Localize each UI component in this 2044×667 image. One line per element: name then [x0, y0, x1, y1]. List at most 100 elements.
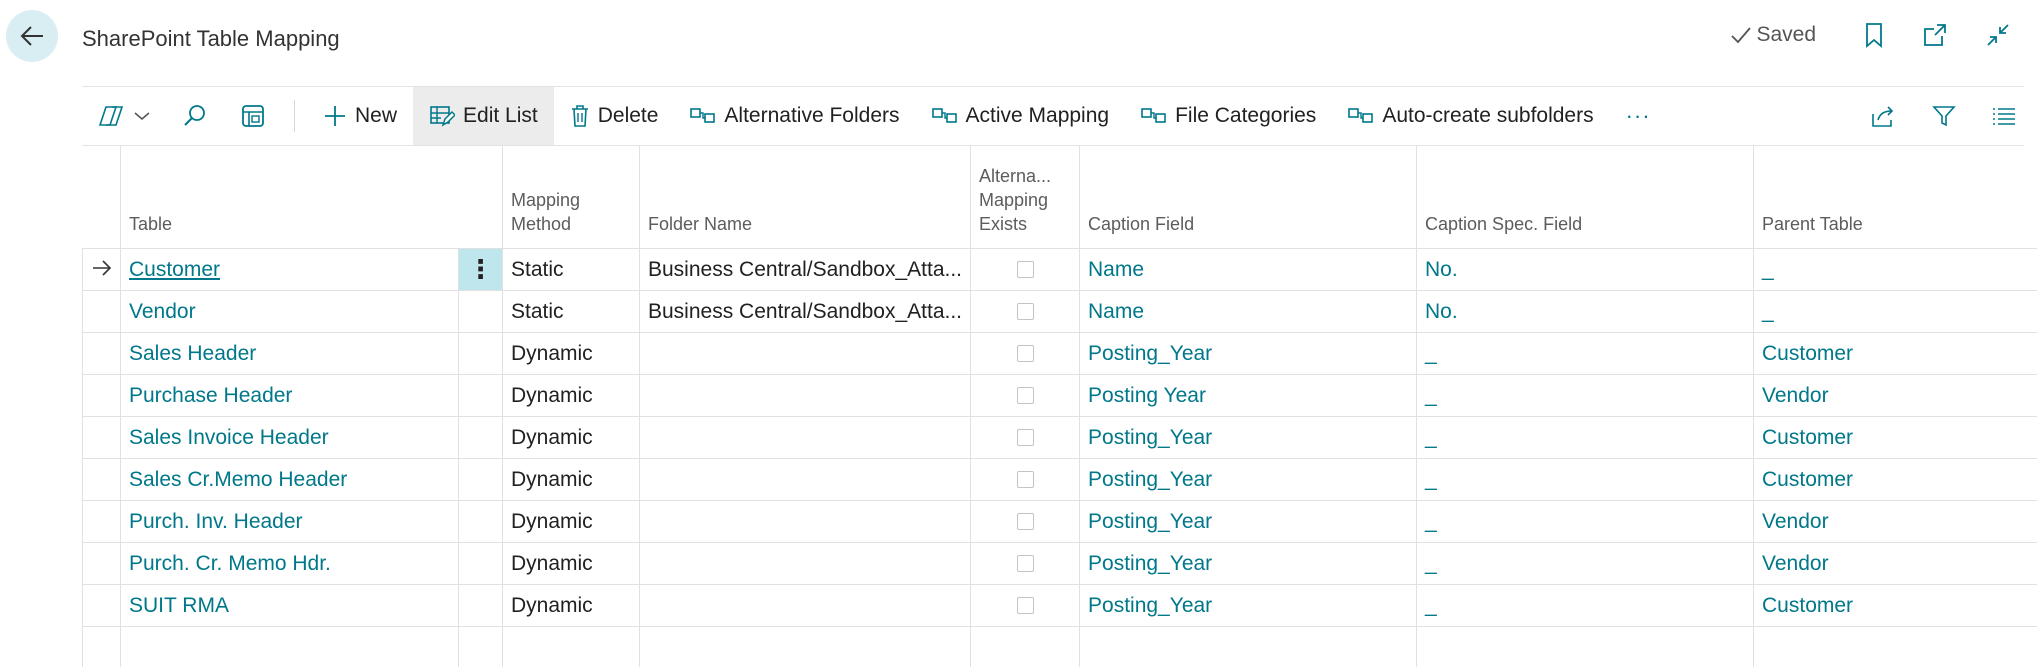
column-header-caption-field[interactable]: Caption Field: [1080, 146, 1417, 249]
cell-table[interactable]: Sales Cr.Memo Header: [121, 459, 459, 501]
table-row[interactable]: Purchase Header Dynamic Posting Year _ V…: [83, 375, 2037, 417]
parent-table-value[interactable]: Customer: [1762, 426, 1853, 449]
row-actions-menu[interactable]: [459, 543, 503, 585]
table-link[interactable]: Vendor: [129, 300, 196, 323]
caption-spec-value[interactable]: _: [1425, 552, 1437, 575]
parent-table-value[interactable]: Customer: [1762, 594, 1853, 617]
search-button[interactable]: [166, 87, 224, 145]
bookmark-icon[interactable]: [1864, 22, 1884, 48]
caption-field-value[interactable]: Posting_Year: [1088, 468, 1212, 491]
table-row[interactable]: Purch. Inv. Header Dynamic Posting_Year …: [83, 501, 2037, 543]
table-link[interactable]: Sales Header: [129, 342, 256, 365]
table-link[interactable]: Customer: [129, 258, 220, 281]
column-header-alternative-mapping[interactable]: Alterna...MappingExists: [971, 146, 1080, 249]
parent-table-value[interactable]: Customer: [1762, 342, 1853, 365]
cell-table[interactable]: SUIT RMA: [121, 585, 459, 627]
more-options-button[interactable]: ···: [1610, 87, 1667, 145]
cell-folder-name[interactable]: [640, 585, 971, 627]
cell-caption-field[interactable]: Posting Year: [1080, 375, 1417, 417]
cell-caption-field[interactable]: Name: [1080, 291, 1417, 333]
row-selector[interactable]: [83, 333, 121, 375]
table-row[interactable]: Sales Cr.Memo Header Dynamic Posting_Yea…: [83, 459, 2037, 501]
cell-table[interactable]: Sales Invoice Header: [121, 417, 459, 459]
cell-caption-spec-field[interactable]: _: [1417, 417, 1754, 459]
cell-folder-name[interactable]: [640, 501, 971, 543]
caption-spec-value[interactable]: _: [1425, 426, 1437, 449]
auto-create-subfolders-button[interactable]: Auto-create subfolders: [1332, 87, 1609, 145]
new-row-placeholder[interactable]: [83, 627, 2037, 667]
cell-table[interactable]: Purchase Header: [121, 375, 459, 417]
row-selector[interactable]: [83, 501, 121, 543]
row-actions-menu[interactable]: [459, 417, 503, 459]
caption-spec-value[interactable]: _: [1425, 510, 1437, 533]
caption-spec-value[interactable]: _: [1425, 468, 1437, 491]
cell-caption-field[interactable]: Name: [1080, 249, 1417, 291]
cell-caption-field[interactable]: Posting_Year: [1080, 417, 1417, 459]
cell-mapping-method[interactable]: Dynamic: [503, 417, 640, 459]
cell-folder-name[interactable]: Business Central/Sandbox_Atta...: [640, 249, 971, 291]
cell-folder-name[interactable]: [640, 543, 971, 585]
table-row[interactable]: Sales Header Dynamic Posting_Year _ Cust…: [83, 333, 2037, 375]
cell-mapping-method[interactable]: Dynamic: [503, 333, 640, 375]
cell-caption-field[interactable]: Posting_Year: [1080, 501, 1417, 543]
row-selector[interactable]: [83, 459, 121, 501]
caption-spec-value[interactable]: _: [1425, 594, 1437, 617]
list-view-icon[interactable]: [1992, 105, 2016, 127]
caption-field-value[interactable]: Name: [1088, 300, 1144, 323]
row-selector[interactable]: [83, 249, 121, 291]
table-row[interactable]: SUIT RMA Dynamic Posting_Year _ Customer: [83, 585, 2037, 627]
caption-spec-value[interactable]: _: [1425, 384, 1437, 407]
cell-caption-spec-field[interactable]: _: [1417, 459, 1754, 501]
alternative-folders-button[interactable]: Alternative Folders: [674, 87, 915, 145]
caption-spec-value[interactable]: No.: [1425, 300, 1458, 323]
row-actions-menu[interactable]: [459, 375, 503, 417]
table-row[interactable]: Sales Invoice Header Dynamic Posting_Yea…: [83, 417, 2037, 459]
cell-parent-table[interactable]: Customer: [1754, 459, 2037, 501]
column-header-folder-name[interactable]: Folder Name: [640, 146, 971, 249]
row-actions-menu[interactable]: ⋮: [459, 249, 503, 291]
cell-parent-table[interactable]: _: [1754, 291, 2037, 333]
cell-mapping-method[interactable]: Static: [503, 291, 640, 333]
cell-folder-name[interactable]: Business Central/Sandbox_Atta...: [640, 291, 971, 333]
cell-table[interactable]: Purch. Cr. Memo Hdr.: [121, 543, 459, 585]
caption-field-value[interactable]: Posting_Year: [1088, 426, 1212, 449]
cell-mapping-method[interactable]: Dynamic: [503, 543, 640, 585]
cell-table[interactable]: Purch. Inv. Header: [121, 501, 459, 543]
cell-mapping-method[interactable]: Dynamic: [503, 375, 640, 417]
row-selector[interactable]: [83, 375, 121, 417]
table-row[interactable]: Customer ⋮ Static Business Central/Sandb…: [83, 249, 2037, 291]
empty-cell[interactable]: [503, 627, 640, 667]
cell-folder-name[interactable]: [640, 333, 971, 375]
cell-folder-name[interactable]: [640, 375, 971, 417]
cell-parent-table[interactable]: _: [1754, 249, 2037, 291]
collapse-icon[interactable]: [1986, 23, 2010, 47]
cell-caption-spec-field[interactable]: No.: [1417, 249, 1754, 291]
parent-table-value[interactable]: Vendor: [1762, 384, 1829, 407]
cell-parent-table[interactable]: Vendor: [1754, 501, 2037, 543]
table-link[interactable]: Sales Cr.Memo Header: [129, 468, 347, 491]
empty-cell[interactable]: [1754, 627, 2037, 667]
edit-list-button[interactable]: Edit List: [413, 87, 554, 145]
row-selector[interactable]: [83, 417, 121, 459]
share-icon[interactable]: [1870, 104, 1896, 128]
caption-field-value[interactable]: Posting_Year: [1088, 552, 1212, 575]
table-link[interactable]: SUIT RMA: [129, 594, 229, 617]
copilot-menu-button[interactable]: [82, 87, 166, 145]
empty-cell[interactable]: [640, 627, 971, 667]
caption-spec-value[interactable]: No.: [1425, 258, 1458, 281]
back-button[interactable]: [6, 10, 58, 62]
cell-mapping-method[interactable]: Dynamic: [503, 501, 640, 543]
cell-caption-spec-field[interactable]: No.: [1417, 291, 1754, 333]
filter-icon[interactable]: [1932, 104, 1956, 128]
cell-mapping-method[interactable]: Static: [503, 249, 640, 291]
delete-button[interactable]: Delete: [554, 87, 675, 145]
cell-parent-table[interactable]: Customer: [1754, 333, 2037, 375]
caption-field-value[interactable]: Name: [1088, 258, 1144, 281]
row-actions-menu[interactable]: [459, 459, 503, 501]
active-mapping-button[interactable]: Active Mapping: [916, 87, 1126, 145]
cell-parent-table[interactable]: Vendor: [1754, 375, 2037, 417]
table-link[interactable]: Purch. Cr. Memo Hdr.: [129, 552, 331, 575]
cell-caption-field[interactable]: Posting_Year: [1080, 543, 1417, 585]
cell-caption-field[interactable]: Posting_Year: [1080, 459, 1417, 501]
row-actions-menu[interactable]: [459, 291, 503, 333]
